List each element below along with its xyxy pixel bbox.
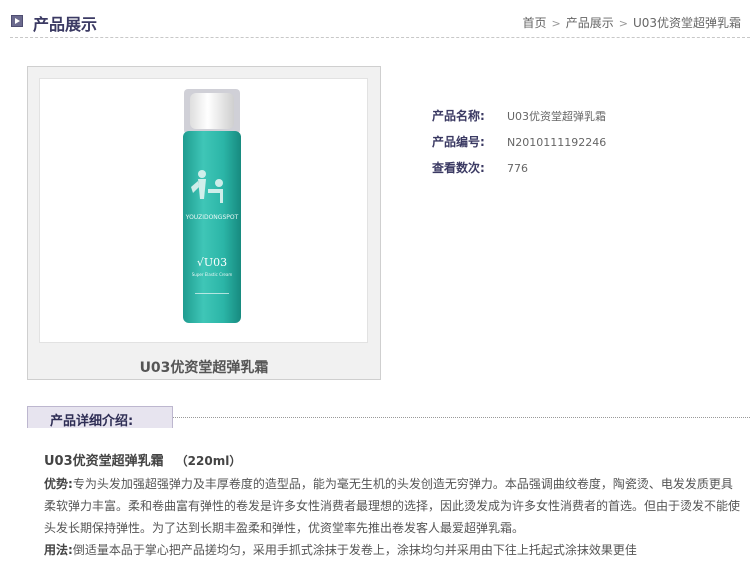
product-bottle-image: YOUZIDONGSPOT √U03 Super Elastic Cream — [183, 89, 241, 323]
bottle-body — [183, 131, 241, 323]
product-info: 产品名称: U03优资堂超弹乳霜 产品编号: N2010111192246 查看数次… — [432, 106, 606, 184]
advantage-paragraph: 优势:专为头发加强超强弹力及丰厚卷度的造型品，能为毫无生机的头发创造无穷弹力。本… — [44, 473, 744, 539]
breadcrumb-separator: > — [618, 17, 628, 30]
bottle-model-text: √U03 — [197, 256, 227, 269]
product-image-caption: U03优资堂超弹乳霜 — [139, 360, 269, 376]
product-image[interactable]: YOUZIDONGSPOT √U03 Super Elastic Cream — [39, 78, 368, 343]
breadcrumb-separator: > — [551, 17, 561, 30]
advantage-text: 专为头发加强超强弹力及丰厚卷度的造型品，能为毫无生机的头发创造无穷弹力。本品强调… — [44, 477, 741, 535]
info-label: 产品编号: — [432, 135, 485, 149]
advantage-label: 优势: — [44, 477, 73, 491]
info-value: U03优资堂超弹乳霜 — [507, 110, 607, 123]
info-row-views: 查看数次: 776 — [432, 158, 606, 184]
page-header: 产品展示 首页 > 产品展示 > U03优资堂超弹乳霜 — [0, 0, 750, 40]
info-label: 查看数次: — [432, 161, 485, 175]
product-description: U03优资堂超弹乳霜 （220ml） 优势:专为头发加强超强弹力及丰厚卷度的造型品… — [44, 450, 744, 561]
breadcrumb-current: U03优资堂超弹乳霜 — [632, 16, 741, 30]
detail-tab: 产品详细介绍: — [27, 406, 173, 429]
info-label: 产品名称: — [432, 109, 485, 123]
detail-tab-title: 产品详细介绍: — [50, 414, 134, 429]
usage-text: 倒适量本品于掌心把产品搓均匀，采用手抓式涂抹于发卷上，涂抹均匀并采用由下往上托起… — [72, 543, 637, 557]
description-product-name: U03优资堂超弹乳霜 — [44, 454, 164, 469]
detail-divider — [173, 417, 750, 418]
bottle-line — [195, 293, 229, 294]
info-value: 776 — [507, 162, 528, 175]
info-value: N2010111192246 — [507, 136, 607, 149]
bottle-subtitle-text: Super Elastic Cream — [192, 272, 233, 277]
breadcrumb-home-link[interactable]: 首页 — [522, 16, 546, 30]
product-image-frame: YOUZIDONGSPOT √U03 Super Elastic Cream U… — [27, 66, 381, 380]
description-spec: （220ml） — [175, 454, 242, 468]
page-title: 产品展示 — [33, 15, 98, 34]
breadcrumb-section-link[interactable]: 产品展示 — [566, 16, 614, 30]
breadcrumb: 首页 > 产品展示 > U03优资堂超弹乳霜 — [522, 14, 741, 31]
usage-label: 用法: — [44, 543, 73, 557]
usage-paragraph: 用法:倒适量本品于掌心把产品搓均匀，采用手抓式涂抹于发卷上，涂抹均匀并采用由下往… — [44, 539, 744, 561]
header-divider — [10, 37, 750, 38]
info-row-name: 产品名称: U03优资堂超弹乳霜 — [432, 106, 606, 132]
play-square-icon — [11, 15, 23, 27]
bottle-pump — [190, 93, 234, 129]
description-title: U03优资堂超弹乳霜 （220ml） — [44, 450, 744, 469]
bottle-brand-text: YOUZIDONGSPOT — [185, 214, 239, 221]
info-row-code: 产品编号: N2010111192246 — [432, 132, 606, 158]
